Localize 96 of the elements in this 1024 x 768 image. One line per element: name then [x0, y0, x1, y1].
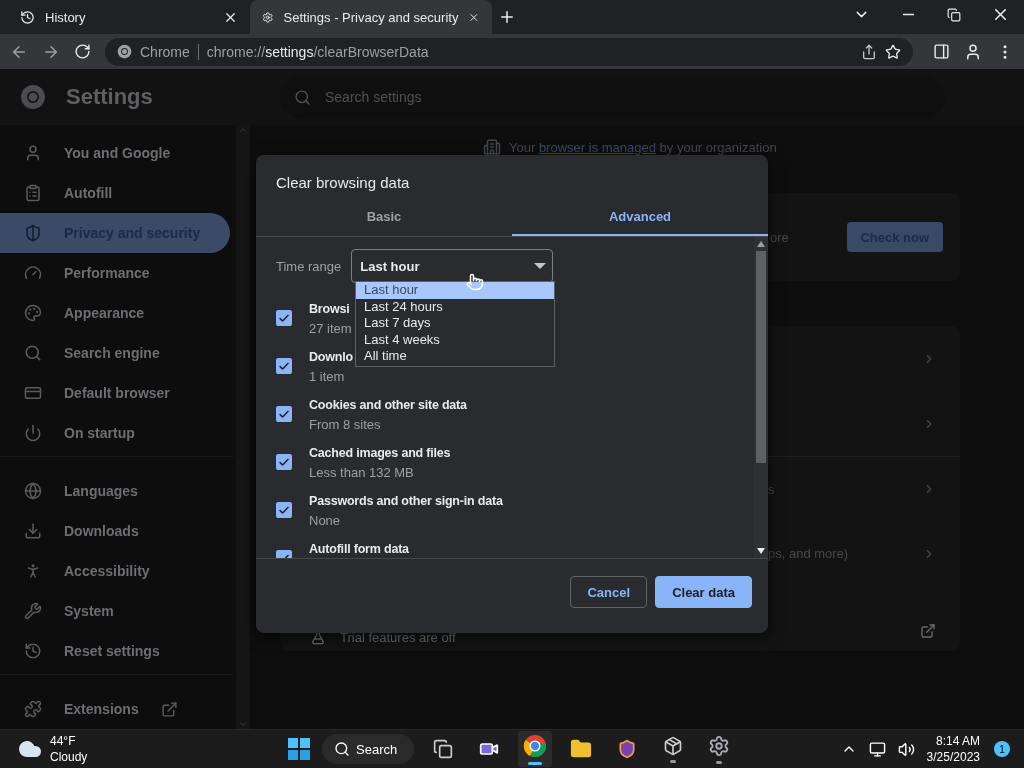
- search-icon: [334, 741, 350, 757]
- star-icon[interactable]: [885, 43, 901, 60]
- managed-notice: Your browser is managed by your organization: [509, 139, 777, 155]
- chrome-logo-icon: [20, 84, 46, 111]
- option-detail: 27 item: [309, 321, 352, 337]
- clock[interactable]: 8:14 AM 3/25/2023: [926, 733, 980, 765]
- checkbox[interactable]: [276, 454, 292, 471]
- power-icon: [24, 424, 42, 443]
- search-field[interactable]: Search settings: [280, 75, 945, 120]
- option-title: Passwords and other sign-in data: [309, 494, 503, 509]
- field-label: Time range: [276, 258, 342, 274]
- address-bar[interactable]: Chrome chrome://settings/clearBrowserData: [105, 37, 913, 66]
- url-text: chrome://settings/clearBrowserData: [206, 43, 429, 60]
- option-detail: 1 item: [309, 369, 346, 385]
- sidebar-item[interactable]: Accessibility: [0, 551, 230, 592]
- weather-condition: Cloudy: [50, 749, 88, 765]
- page-title: Settings: [66, 84, 153, 111]
- trial-status-text: Trial features are off: [340, 630, 457, 646]
- gear-icon[interactable]: [708, 734, 730, 757]
- sidebar-item[interactable]: Search engine: [0, 333, 230, 374]
- taskbar-search[interactable]: Search: [322, 734, 414, 764]
- history-icon: [24, 642, 42, 661]
- download-icon: [24, 522, 42, 541]
- person-icon: [24, 144, 42, 163]
- volume-icon[interactable]: [897, 740, 915, 758]
- shield-app-icon[interactable]: [617, 739, 637, 759]
- option-detail: None: [309, 513, 342, 529]
- sidebar-item[interactable]: Appearance: [0, 293, 230, 334]
- checkbox[interactable]: [276, 310, 292, 327]
- managed-link[interactable]: browser is managed: [538, 139, 656, 155]
- clipboard-icon: [24, 184, 42, 203]
- dropdown-option[interactable]: Last 7 days: [356, 315, 554, 332]
- checkbox[interactable]: [276, 502, 292, 519]
- side-panel-icon[interactable]: [933, 43, 950, 60]
- network-icon[interactable]: [868, 740, 886, 758]
- option-title: Cookies and other site data: [309, 398, 467, 413]
- option-detail: Less than 132 MB: [309, 465, 415, 481]
- sidebar-item[interactable]: System: [0, 591, 230, 632]
- puzzle-icon: [24, 700, 42, 719]
- option-title: Autofill form data: [309, 542, 409, 557]
- clear-data-button[interactable]: Clear data: [655, 576, 752, 609]
- globe-icon: [24, 482, 42, 501]
- external-link-icon[interactable]: [160, 700, 178, 718]
- dropdown-option[interactable]: Last 24 hours: [356, 298, 554, 316]
- cancel-button[interactable]: Cancel: [570, 576, 648, 609]
- folder-icon[interactable]: [570, 738, 592, 760]
- scroll-down-icon[interactable]: [757, 548, 765, 555]
- browser-tab[interactable]: History: [8, 0, 250, 34]
- dropdown-option[interactable]: All time: [356, 348, 554, 365]
- gear-icon: [262, 9, 274, 25]
- palette-icon: [24, 304, 42, 323]
- search-icon: [294, 88, 311, 106]
- start-icon[interactable]: [288, 738, 310, 760]
- share-icon[interactable]: [861, 43, 877, 60]
- sidebar-item[interactable]: On startup: [0, 413, 230, 454]
- checkbox[interactable]: [276, 406, 292, 423]
- caret-icon: [534, 263, 547, 270]
- sidebar-item[interactable]: Autofill: [0, 173, 230, 214]
- temperature: 44°F: [50, 733, 77, 749]
- option-title: Browsi: [309, 302, 351, 317]
- history-icon: [20, 9, 35, 25]
- scroll-up-icon[interactable]: [757, 241, 765, 248]
- chrome-logo-icon: [117, 44, 132, 59]
- building-icon: [483, 138, 501, 157]
- dropdown-option[interactable]: Last 4 weeks: [356, 331, 554, 349]
- browser-tab[interactable]: Settings - Privacy and security: [250, 0, 492, 34]
- scrollbar[interactable]: [754, 237, 768, 559]
- sidebar-item[interactable]: Performance: [0, 253, 230, 294]
- site-label: Chrome: [140, 43, 190, 60]
- external-link-icon[interactable]: [920, 623, 936, 640]
- sidebar-item[interactable]: Downloads: [0, 511, 230, 552]
- option-title: Cached images and files: [309, 446, 451, 461]
- hand-cursor-icon: [466, 273, 484, 292]
- new-tab-icon[interactable]: [498, 8, 516, 26]
- sidebar-item[interactable]: You and Google: [0, 133, 230, 174]
- sidebar-item[interactable]: Reset settings: [0, 631, 230, 672]
- reload-icon[interactable]: [74, 43, 91, 60]
- shield-icon: [24, 224, 42, 243]
- task-view-icon[interactable]: [433, 739, 453, 759]
- dialog-tab[interactable]: Advanced: [512, 199, 768, 237]
- checkbox[interactable]: [276, 358, 292, 375]
- search-icon: [24, 344, 42, 363]
- restore-icon[interactable]: [947, 7, 961, 22]
- dropdown-option[interactable]: Last hour: [356, 282, 554, 299]
- option-title: Downlo: [309, 350, 353, 365]
- sidebar-item[interactable]: Default browser: [0, 373, 230, 414]
- notification-badge[interactable]: 1: [994, 741, 1010, 757]
- sidebar-item[interactable]: Extensions: [0, 689, 230, 730]
- chrome-app-icon[interactable]: [523, 733, 547, 758]
- sidebar-item[interactable]: Languages: [0, 471, 230, 512]
- package-icon[interactable]: [663, 735, 683, 756]
- profile-icon[interactable]: [964, 42, 982, 61]
- dialog-tab[interactable]: Basic: [256, 199, 512, 237]
- dialog-title: Clear browsing data: [275, 173, 411, 194]
- option-detail: From 8 sites: [309, 417, 382, 433]
- wrench-icon: [24, 602, 42, 621]
